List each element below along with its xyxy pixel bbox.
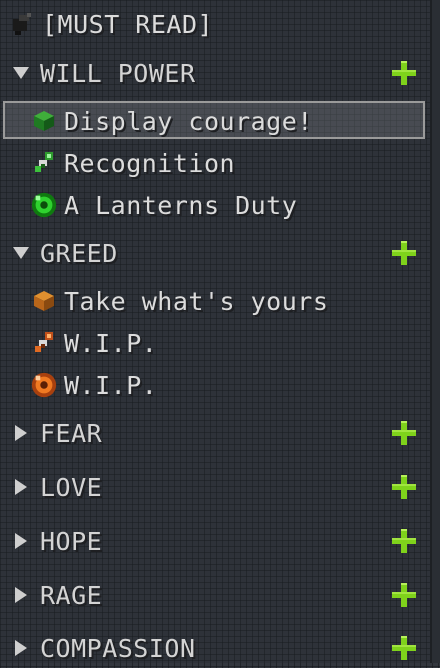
category-label: LOVE [40,472,103,502]
category-love[interactable]: LOVE [0,467,430,507]
plus-icon[interactable] [392,241,416,265]
quest-wip-2[interactable]: W.I.P. [30,365,157,405]
green-ring-icon [30,149,58,177]
plus-icon[interactable] [392,636,416,660]
category-compassion[interactable]: COMPASSION [0,628,430,668]
category-label: HOPE [40,526,103,556]
plus-icon[interactable] [392,475,416,499]
plus-icon[interactable] [392,583,416,607]
quest-wip-1[interactable]: W.I.P. [30,323,157,363]
green-cube-icon [30,107,58,135]
quest-label: Take what's yours [64,286,329,316]
quest-take-whats-yours[interactable]: Take what's yours [30,281,328,321]
plus-icon[interactable] [392,529,416,553]
green-lantern-icon [30,191,58,219]
category-hope[interactable]: HOPE [0,521,430,561]
quest-lanterns-duty[interactable]: A Lanterns Duty [30,185,297,225]
caret-down-icon[interactable] [8,247,34,259]
quest-label: A Lanterns Duty [64,190,298,220]
category-fear[interactable]: FEAR [0,413,430,453]
black-book-icon [8,10,36,38]
quest-label: W.I.P. [64,328,158,358]
category-label: GREED [40,238,118,268]
quest-recognition[interactable]: Recognition [30,143,235,183]
caret-right-icon[interactable] [8,479,34,495]
orange-cube-icon [30,287,58,315]
quest-label: W.I.P. [64,370,158,400]
quest-display-courage[interactable]: Display courage! [30,101,313,141]
category-label: RAGE [40,580,103,610]
must-read-label: [MUST READ] [42,9,214,39]
caret-right-icon[interactable] [8,587,34,603]
category-label: FEAR [40,418,103,448]
quest-label: Recognition [64,148,236,178]
must-read-item[interactable]: [MUST READ] [8,4,213,44]
caret-right-icon[interactable] [8,425,34,441]
caret-right-icon[interactable] [8,640,34,656]
plus-icon[interactable] [392,61,416,85]
category-label: WILL POWER [40,58,196,88]
category-greed[interactable]: GREED [0,233,430,273]
quest-label: Display courage! [64,106,313,136]
orange-ring-icon [30,329,58,357]
panel-edge [432,0,440,663]
plus-icon[interactable] [392,421,416,445]
orange-lantern-icon [30,371,58,399]
caret-right-icon[interactable] [8,533,34,549]
category-label: COMPASSION [40,633,196,663]
caret-down-icon[interactable] [8,67,34,79]
category-rage[interactable]: RAGE [0,575,430,615]
category-will-power[interactable]: WILL POWER [0,53,430,93]
